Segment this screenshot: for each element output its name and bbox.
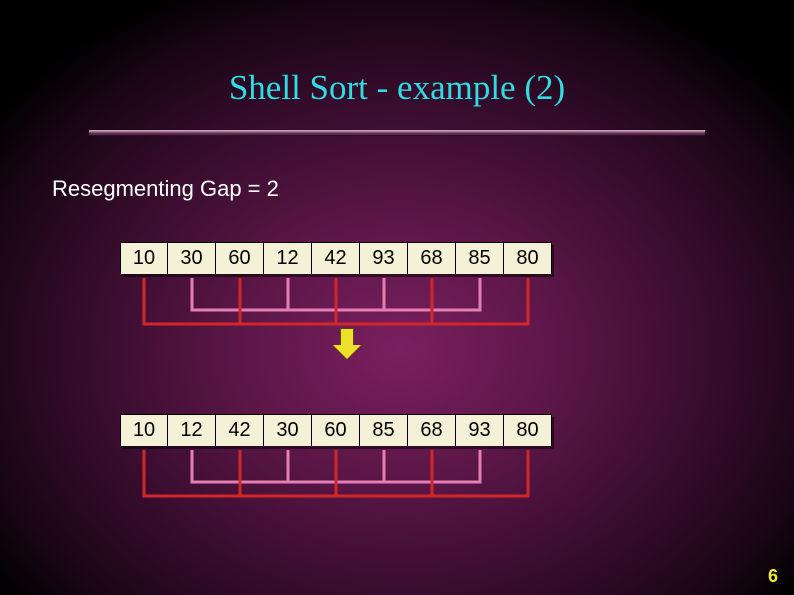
cell: 30 [264,414,312,446]
bracket-group-odd [192,450,480,482]
cell: 93 [360,242,408,274]
title-rule [89,130,705,136]
cell: 12 [168,414,216,446]
transform-arrow-icon [333,328,361,360]
cell: 42 [216,414,264,446]
cell: 85 [360,414,408,446]
group-brackets-before [120,274,580,332]
page-number: 6 [768,566,778,587]
array-after: 10 12 42 30 60 85 68 93 80 [120,414,794,446]
cell: 80 [504,242,552,274]
array-before: 10 30 60 12 42 93 68 85 80 [120,242,794,274]
cell: 60 [216,242,264,274]
cell: 42 [312,242,360,274]
cell: 30 [168,242,216,274]
diagram-area: 10 30 60 12 42 93 68 85 80 10 12 42 30 6… [0,242,794,446]
cell: 60 [312,414,360,446]
subtitle: Resegmenting Gap = 2 [52,176,794,202]
cell: 93 [456,414,504,446]
bracket-group-even [144,278,528,324]
cell: 10 [120,414,168,446]
cell: 10 [120,242,168,274]
cell: 80 [504,414,552,446]
cell: 68 [408,414,456,446]
cell: 85 [456,242,504,274]
cell: 68 [408,242,456,274]
bracket-group-even [144,450,528,496]
group-brackets-after [120,446,580,504]
page-title: Shell Sort - example (2) [0,0,794,108]
cell: 12 [264,242,312,274]
bracket-group-odd [192,278,480,310]
